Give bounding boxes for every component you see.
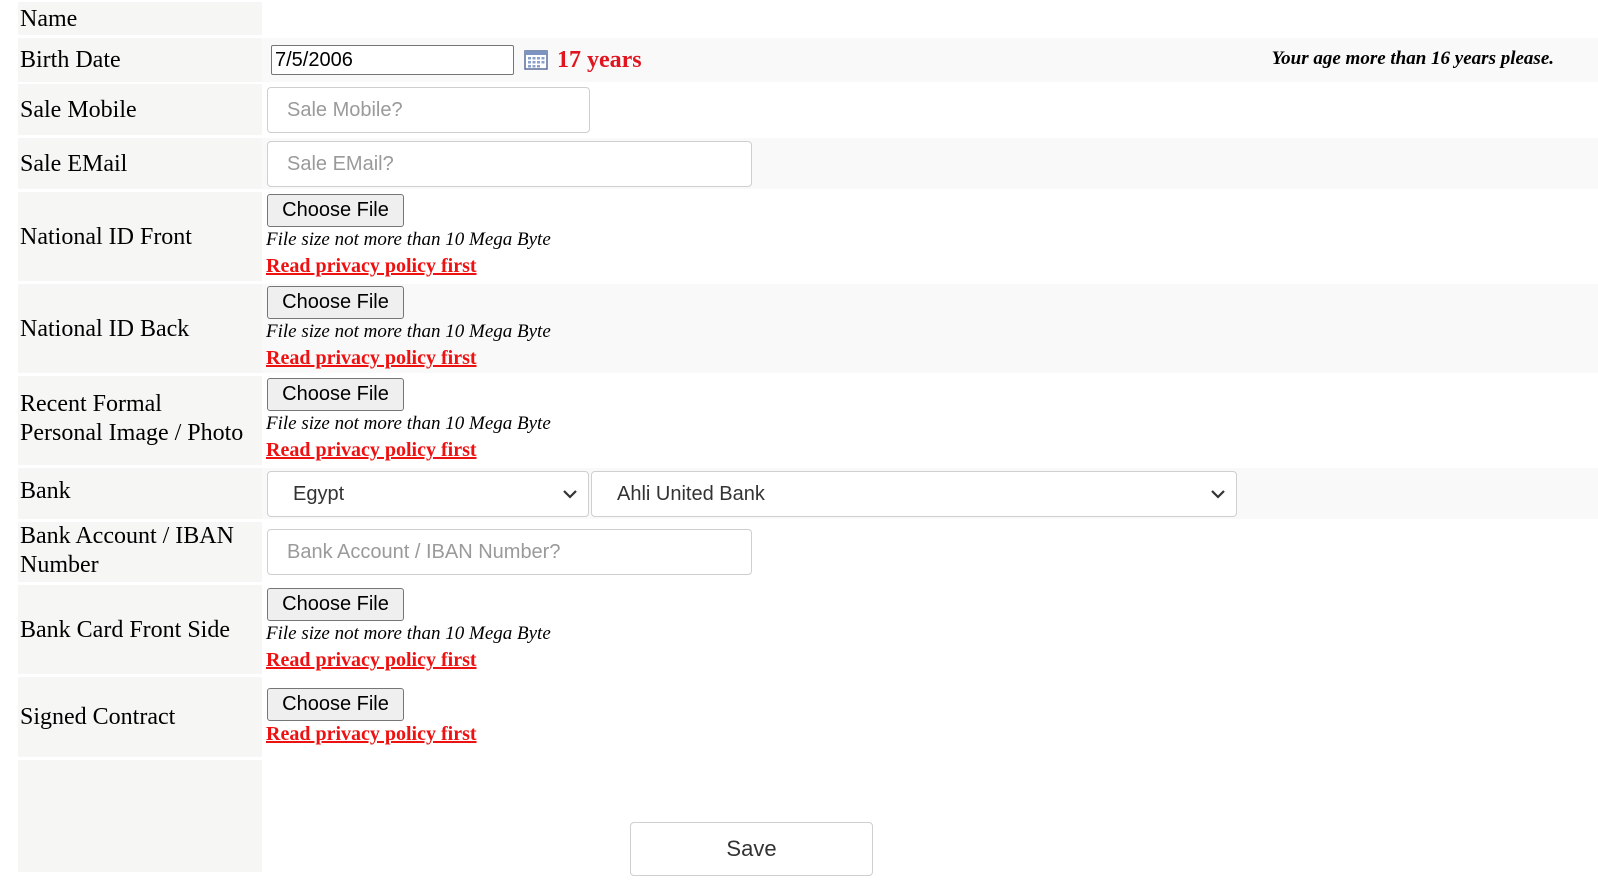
- national-id-back-choose-file-button[interactable]: Choose File: [267, 286, 404, 319]
- birth-date-input[interactable]: [271, 45, 514, 75]
- label-sale-email: Sale EMail: [18, 138, 262, 189]
- label-recent-photo-line2: Personal Image / Photo: [20, 420, 244, 446]
- national-id-front-choose-file-button[interactable]: Choose File: [267, 194, 404, 227]
- age-display: 17 years: [557, 47, 642, 73]
- bank-card-front-choose-file-button[interactable]: Choose File: [267, 588, 404, 621]
- label-national-id-back: National ID Back: [18, 284, 262, 373]
- recent-photo-privacy-link[interactable]: Read privacy policy first: [266, 438, 477, 462]
- label-name: Name: [18, 2, 262, 35]
- label-birth-date: Birth Date: [18, 38, 262, 82]
- label-signed-contract-text: Signed Contract: [20, 704, 176, 730]
- bank-account-iban-input[interactable]: [267, 529, 752, 575]
- label-signed-contract: Signed Contract: [18, 677, 262, 757]
- label-sale-email-text: Sale EMail: [20, 150, 128, 177]
- save-button[interactable]: Save: [630, 822, 873, 876]
- label-bank-card-front: Bank Card Front Side: [18, 585, 262, 674]
- sale-email-input[interactable]: [267, 141, 752, 187]
- label-sale-mobile-text: Sale Mobile: [20, 96, 137, 123]
- label-bank-card-front-text: Bank Card Front Side: [20, 616, 230, 643]
- bank-card-front-size-note: File size not more than 10 Mega Byte: [266, 623, 551, 644]
- national-id-back-size-note: File size not more than 10 Mega Byte: [266, 321, 551, 342]
- label-bank-account-line2: Number: [20, 552, 99, 578]
- calendar-icon[interactable]: [524, 50, 548, 70]
- national-id-front-size-note: File size not more than 10 Mega Byte: [266, 229, 551, 250]
- bank-name-select[interactable]: Ahli United Bank: [591, 471, 1237, 517]
- sale-mobile-input[interactable]: [267, 87, 590, 133]
- label-bank: Bank: [18, 468, 262, 519]
- label-birth-date-text: Birth Date: [20, 47, 121, 73]
- label-bank-text: Bank: [20, 478, 71, 504]
- label-name-text: Name: [20, 5, 78, 32]
- recent-photo-choose-file-button[interactable]: Choose File: [267, 378, 404, 411]
- label-recent-photo-line1: Recent Formal: [20, 391, 162, 417]
- label-empty: [18, 760, 262, 872]
- national-id-back-privacy-link[interactable]: Read privacy policy first: [266, 346, 477, 370]
- national-id-front-privacy-link[interactable]: Read privacy policy first: [266, 254, 477, 278]
- label-bank-account: Bank Account / IBAN Number: [18, 522, 262, 582]
- bank-name-value: Ahli United Bank: [617, 482, 765, 505]
- label-recent-photo: Recent Formal Personal Image / Photo: [18, 376, 262, 465]
- recent-photo-size-note: File size not more than 10 Mega Byte: [266, 413, 551, 434]
- bank-country-value: Egypt: [293, 482, 345, 505]
- bank-country-select[interactable]: Egypt: [267, 471, 589, 517]
- chevron-down-icon: [1211, 490, 1225, 499]
- chevron-down-icon: [563, 490, 577, 499]
- label-bank-account-line1: Bank Account / IBAN: [20, 523, 234, 549]
- label-national-id-back-text: National ID Back: [20, 315, 190, 342]
- sales-registration-form: Name Birth Date Sale Mobile Sale EMail N…: [0, 0, 1598, 888]
- label-sale-mobile: Sale Mobile: [18, 84, 262, 135]
- bank-card-front-privacy-link[interactable]: Read privacy policy first: [266, 648, 477, 672]
- signed-contract-privacy-link[interactable]: Read privacy policy first: [266, 722, 477, 746]
- signed-contract-choose-file-button[interactable]: Choose File: [267, 688, 404, 721]
- age-requirement-note: Your age more than 16 years please.: [1271, 48, 1554, 69]
- label-national-id-front-text: National ID Front: [20, 223, 192, 250]
- label-national-id-front: National ID Front: [18, 192, 262, 281]
